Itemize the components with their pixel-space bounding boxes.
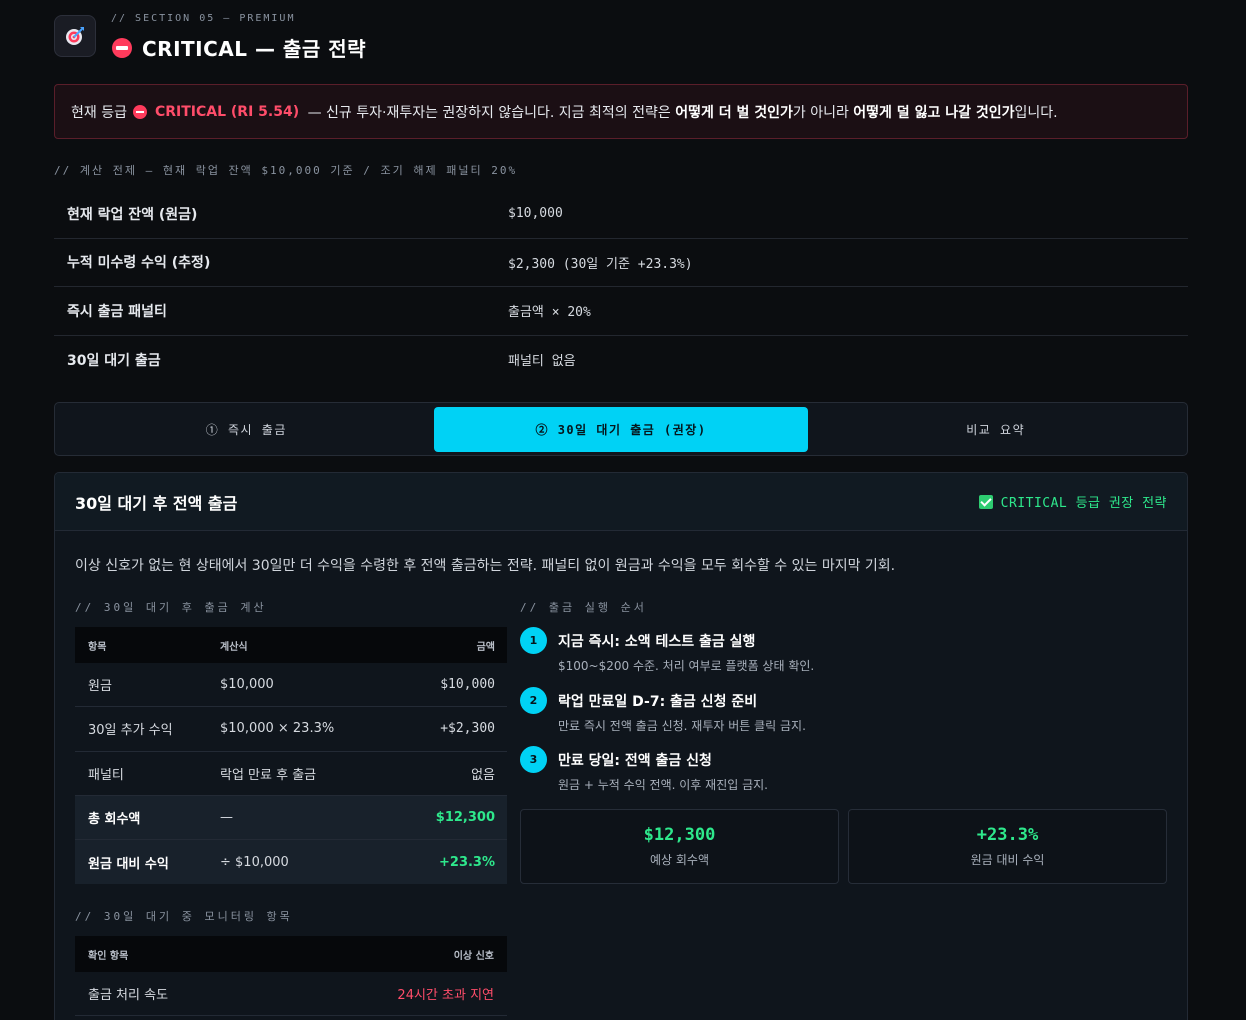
cell-formula: $10,000 × 23.3%	[220, 721, 335, 737]
table-row-total: 원금 대비 수익 ÷ $10,000 +23.3%	[75, 840, 507, 885]
cell-amount: +$2,300	[440, 721, 495, 737]
cell-signal: 24시간 초과 지연	[397, 988, 494, 1003]
tab-comparison-summary[interactable]: 비교 요약	[808, 407, 1183, 452]
column-header: 계산식	[220, 641, 248, 653]
step-title: 만료 당일: 전액 출금 신청	[558, 753, 712, 769]
column-header: 항목	[88, 641, 107, 653]
alert-grade: CRITICAL (RI 5.54)	[154, 103, 300, 120]
no-entry-icon	[112, 37, 132, 58]
no-entry-icon	[132, 104, 147, 119]
calc-table: 항목 계산식 금액 원금 $10,000 $10,000 30일 추가 수익 $…	[75, 627, 507, 885]
row-label: 30일 대기 출금	[67, 352, 161, 369]
cell-amount: $10,000	[440, 677, 495, 693]
step-title: 락업 만료일 D-7: 출금 신청 준비	[558, 693, 758, 710]
cell-formula: $10,000	[220, 677, 274, 693]
stat-label: 원금 대비 수익	[970, 853, 1045, 867]
step-subtitle: $100~$200 수준. 처리 여부로 플랫폼 상태 확인.	[558, 659, 815, 673]
cell-amount: 없음	[471, 767, 495, 783]
cell-item: 패널티	[88, 767, 124, 783]
row-label: 즉시 출금 패널티	[67, 303, 167, 320]
monitoring-table: 확인 항목 이상 신호 출금 처리 속도 24시간 초과 지연	[75, 936, 507, 1016]
step-number: 2	[520, 686, 547, 714]
step-item: 3 만료 당일: 전액 출금 신청 원금 + 누적 수익 전액. 이후 재진입 …	[520, 746, 1170, 806]
step-number: 1	[520, 627, 547, 654]
row-value: 출금액 × 20%	[508, 305, 591, 321]
panel-header: 30일 대기 후 전액 출금 CRITICAL 등급 권장 전략	[55, 473, 1187, 531]
step-subtitle: 원금 + 누적 수익 전액. 이후 재진입 금지.	[558, 778, 768, 792]
stat-label: 예상 회수액	[649, 853, 709, 867]
table-row: 패널티 락업 만료 후 출금 없음	[75, 752, 507, 796]
step-title: 지금 즉시: 소액 테스트 출금 실행	[558, 634, 756, 650]
alert-text: 가 아니라	[792, 104, 854, 121]
cell-item: 원금	[88, 679, 112, 695]
badge-label: CRITICAL 등급 권장 전략	[1000, 496, 1167, 511]
expected-recovery-card: $12,300 예상 회수액	[520, 809, 839, 884]
table-header: 항목 계산식 금액	[75, 627, 507, 663]
strategy-panel: 30일 대기 후 전액 출금 CRITICAL 등급 권장 전략 이상 신호가 …	[54, 472, 1188, 1020]
target-icon	[54, 15, 96, 57]
row-value: $10,000	[508, 206, 563, 222]
cell-amount: $12,300	[435, 810, 495, 826]
alert-prefix: 현재 등급	[71, 104, 127, 121]
table-row: 현재 락업 잔액 (원금) $10,000	[54, 190, 1188, 239]
step-subtitle: 만료 즉시 전액 출금 신청. 재투자 버튼 클릭 금지.	[558, 718, 806, 733]
strategy-tabs: ① 즉시 출금 ② 30일 대기 출금 (권장) 비교 요약	[54, 402, 1188, 456]
table-row-total: 총 회수액 — $12,300	[75, 795, 507, 841]
page-title: CRITICAL — 출금 전략	[142, 37, 366, 61]
alert-text: — 신규 투자·재투자는 권장하지 않습니다. 지금 최적의 전략은	[303, 104, 676, 121]
alert-bold-2: 어떻게 덜 잃고 나갈 것인가	[853, 104, 1015, 121]
section-kicker: // SECTION 05 — PREMIUM	[111, 13, 296, 24]
stat-value: +23.3%	[976, 825, 1039, 845]
check-icon	[978, 494, 993, 509]
row-label: 현재 락업 잔액 (원금)	[67, 206, 198, 223]
row-value: $2,300 (30일 기준 +23.3%)	[508, 256, 693, 272]
step-item: 1 지금 즉시: 소액 테스트 출금 실행 $100~$200 수준. 처리 여…	[520, 627, 1170, 687]
alert-text: 입니다.	[1014, 104, 1058, 121]
table-row: 30일 추가 수익 $10,000 × 23.3% +$2,300	[75, 707, 507, 752]
execution-steps: 1 지금 즉시: 소액 테스트 출금 실행 $100~$200 수준. 처리 여…	[520, 627, 1170, 806]
recommended-badge: CRITICAL 등급 권장 전략	[978, 492, 1167, 511]
return-on-principal-card: +23.3% 원금 대비 수익	[848, 809, 1167, 884]
calc-section-label: // 30일 대기 후 출금 계산	[75, 601, 267, 614]
critical-alert-banner: 현재 등급 CRITICAL (RI 5.54) — 신규 투자·재투자는 권장…	[54, 84, 1188, 139]
column-header: 금액	[476, 641, 495, 653]
step-number: 3	[520, 746, 547, 773]
cell-item: 총 회수액	[88, 812, 141, 828]
table-header: 확인 항목 이상 신호	[75, 936, 507, 972]
cell-item: 출금 처리 속도	[88, 988, 169, 1003]
cell-formula: —	[220, 810, 233, 826]
page-title-row: CRITICAL — 출금 전략	[112, 33, 366, 62]
column-header: 확인 항목	[88, 950, 129, 962]
panel-title: 30일 대기 후 전액 출금	[75, 493, 238, 513]
step-item: 2 락업 만료일 D-7: 출금 신청 준비 만료 즉시 전액 출금 신청. 재…	[520, 686, 1170, 747]
column-header: 이상 신호	[453, 950, 494, 962]
monitor-section-label: // 30일 대기 중 모니터링 항목	[75, 910, 293, 923]
cell-formula: 락업 만료 후 출금	[220, 767, 317, 783]
tab-30day-withdrawal[interactable]: ② 30일 대기 출금 (권장)	[433, 406, 809, 452]
table-row: 30일 대기 출금 패널티 없음	[54, 336, 1188, 385]
cell-item: 원금 대비 수익	[88, 856, 169, 872]
alert-bold-1: 어떻게 더 벌 것인가	[675, 104, 793, 121]
panel-description: 이상 신호가 없는 현 상태에서 30일만 더 수익을 수령한 후 전액 출금하…	[75, 558, 896, 574]
steps-section-label: // 출금 실행 순서	[520, 601, 647, 614]
tab-immediate-withdrawal[interactable]: ① 즉시 출금	[59, 407, 434, 452]
table-row: 누적 미수령 수익 (추정) $2,300 (30일 기준 +23.3%)	[54, 239, 1188, 287]
section-header: // SECTION 05 — PREMIUM CRITICAL — 출금 전략	[54, 13, 1188, 61]
table-row: 즉시 출금 패널티 출금액 × 20%	[54, 287, 1188, 336]
table-row: 원금 $10,000 $10,000	[75, 663, 507, 708]
cell-item: 30일 추가 수익	[88, 723, 173, 739]
row-label: 누적 미수령 수익 (추정)	[67, 255, 211, 272]
stat-value: $12,300	[643, 825, 716, 845]
table-row: 출금 처리 속도 24시간 초과 지연	[75, 972, 507, 1016]
cell-amount: +23.3%	[439, 854, 495, 870]
calc-premise: // 계산 전제 — 현재 락업 잔액 $10,000 기준 / 조기 해제 패…	[54, 164, 518, 177]
premise-table: 현재 락업 잔액 (원금) $10,000 누적 미수령 수익 (추정) $2,…	[54, 190, 1188, 384]
cell-formula: ÷ $10,000	[220, 854, 289, 870]
row-value: 패널티 없음	[508, 354, 576, 370]
